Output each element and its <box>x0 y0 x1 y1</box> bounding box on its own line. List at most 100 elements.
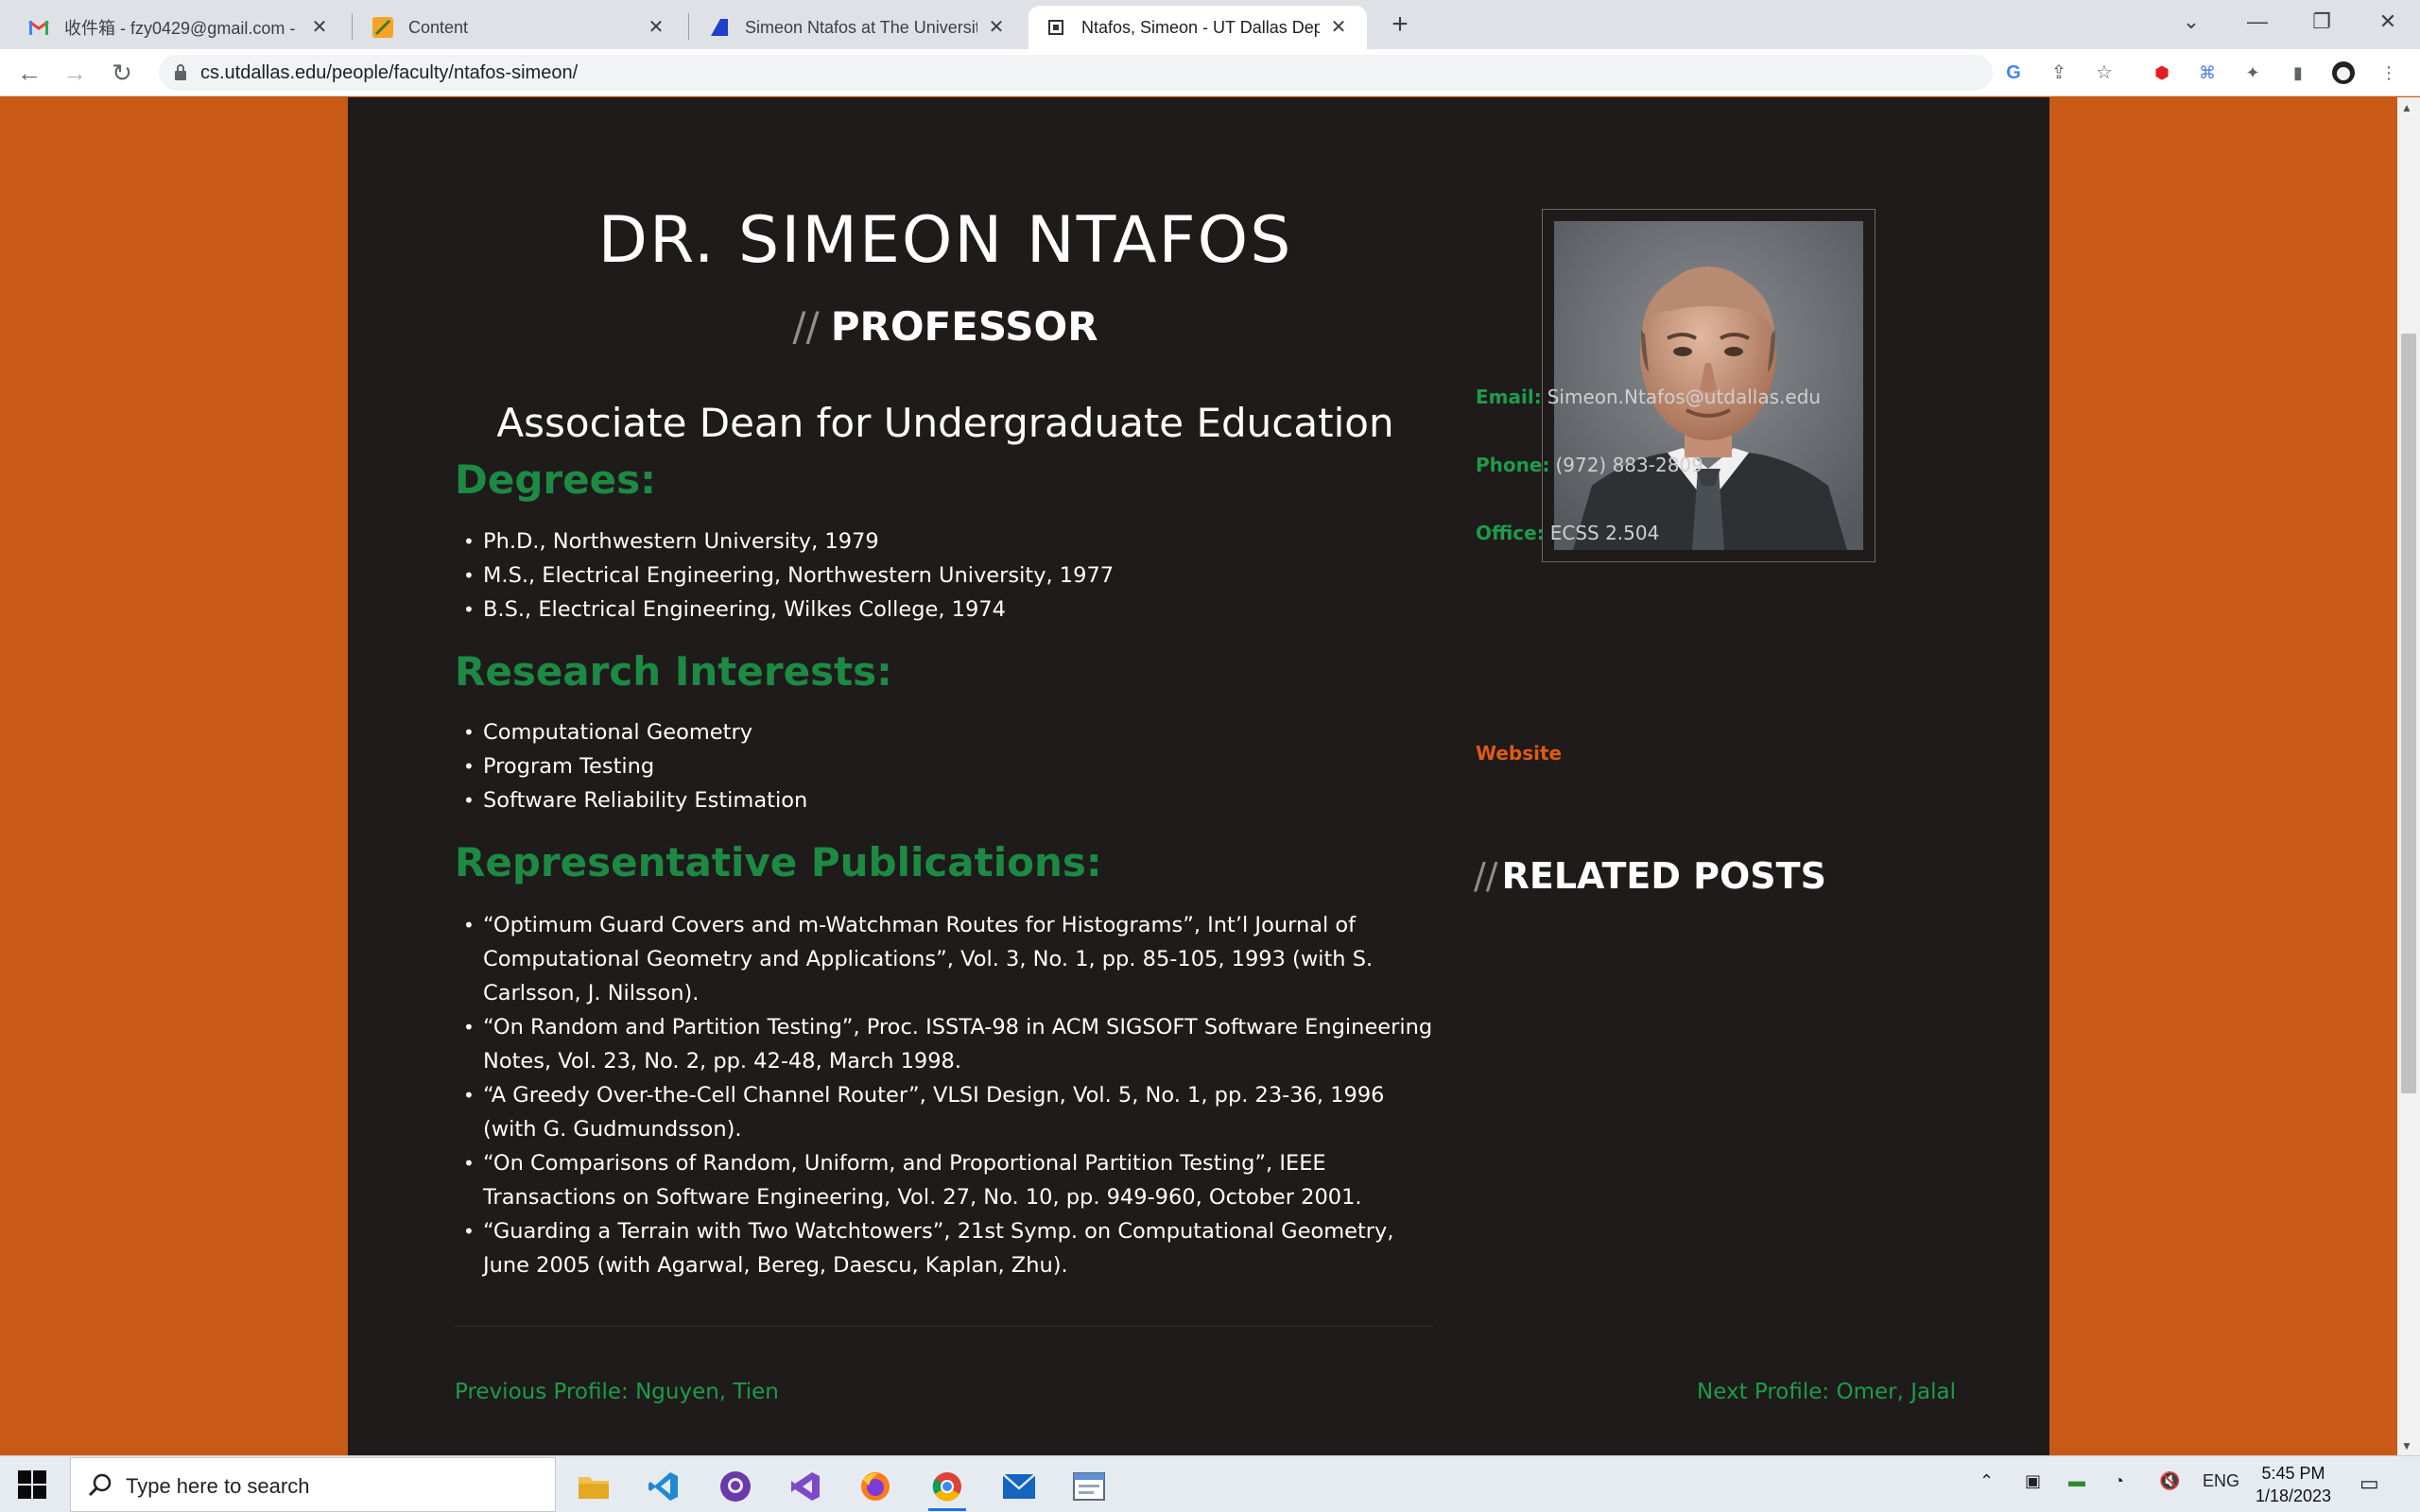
google-translate-icon[interactable]: G <box>2002 61 2025 84</box>
extensions-puzzle-icon[interactable]: ✦ <box>2240 60 2265 85</box>
list-item: “Optimum Guard Covers and m-Watchman Rou… <box>463 908 1437 1010</box>
tab-gmail[interactable]: 收件箱 - fzy0429@gmail.com - Gm ✕ <box>11 6 348 49</box>
office-label: Office: <box>1476 522 1545 544</box>
publications-heading: Representative Publications: <box>455 839 1102 885</box>
meet-now-icon[interactable]: ▣ <box>2025 1471 2041 1491</box>
tab-title: Simeon Ntafos at The University of <box>745 17 977 37</box>
list-item: Computational Geometry <box>463 715 1437 749</box>
show-hidden-icons-icon[interactable]: ⌃ <box>1979 1471 1994 1491</box>
research-heading: Research Interests: <box>455 648 892 695</box>
adblock-extension-icon[interactable]: ⬢ <box>2150 60 2174 85</box>
windows-start-icon[interactable] <box>17 1469 47 1500</box>
firefox-icon[interactable] <box>847 1462 904 1511</box>
tab-profile-site[interactable]: Simeon Ntafos at The University of ✕ <box>692 6 1025 49</box>
close-window-icon[interactable]: ✕ <box>2369 6 2407 38</box>
tab-close-icon[interactable]: ✕ <box>1327 16 1350 39</box>
email-row: Email: Simeon.Ntafos@utdallas.edu <box>1476 386 1821 408</box>
research-list: Computational Geometry Program Testing S… <box>463 715 1437 817</box>
website-link[interactable]: Website <box>1476 742 1562 765</box>
degrees-list: Ph.D., Northwestern University, 1979 M.S… <box>463 524 1437 627</box>
related-posts-heading: //RELATED POSTS <box>1474 855 1826 897</box>
bookmark-star-icon[interactable]: ☆ <box>2093 61 2116 84</box>
notifications-icon[interactable]: ▭ <box>2360 1471 2379 1496</box>
github-desktop-icon[interactable] <box>707 1462 764 1511</box>
tab-content[interactable]: Content ✕ <box>355 6 684 49</box>
tab-separator <box>688 13 689 40</box>
list-item: Program Testing <box>463 749 1437 783</box>
tab-title: 收件箱 - fzy0429@gmail.com - Gm <box>64 19 301 38</box>
vscode-icon[interactable] <box>635 1462 692 1511</box>
tab-title: Content <box>408 17 469 37</box>
list-item: Ph.D., Northwestern University, 1979 <box>463 524 1437 558</box>
app-window-icon[interactable] <box>1061 1462 1117 1511</box>
degrees-heading: Degrees: <box>455 456 656 503</box>
chrome-icon[interactable] <box>919 1462 976 1511</box>
phone-label: Phone: <box>1476 454 1550 476</box>
publications-list: “Optimum Guard Covers and m-Watchman Rou… <box>463 908 1437 1282</box>
page-viewport: DR. SIMEON NTAFOS //PROFESSOR Associate … <box>0 97 2420 1455</box>
taskbar-search-box[interactable]: Type here to search <box>70 1457 556 1512</box>
tab-close-icon[interactable]: ✕ <box>985 16 1008 39</box>
clock-date: 1/18/2023 <box>2255 1486 2332 1505</box>
browser-menu-icon[interactable]: ⋮ <box>2377 60 2401 85</box>
forward-icon[interactable]: → <box>59 57 91 89</box>
list-item: “Guarding a Terrain with Two Watchtowers… <box>463 1214 1437 1282</box>
tab-utd-active[interactable]: Ntafos, Simeon - UT Dallas Depa ✕ <box>1028 6 1367 49</box>
rank-slashes: // <box>792 303 820 350</box>
list-item: “On Comparisons of Random, Uniform, and … <box>463 1146 1437 1214</box>
phone-row: Phone: (972) 883-2809 <box>1476 454 1703 476</box>
tab-separator <box>352 13 353 40</box>
restore-icon[interactable]: ❐ <box>2303 6 2341 38</box>
reload-icon[interactable]: ↻ <box>106 57 138 89</box>
volume-muted-icon[interactable]: 🔇 <box>2159 1471 2180 1491</box>
tab-close-icon[interactable]: ✕ <box>308 16 331 39</box>
related-slashes: // <box>1474 855 1498 897</box>
back-icon[interactable]: ← <box>13 57 45 89</box>
mail-icon[interactable] <box>991 1462 1047 1511</box>
tab-close-icon[interactable]: ✕ <box>645 16 667 39</box>
lock-icon <box>175 64 186 80</box>
search-icon <box>88 1473 112 1497</box>
rank-text: PROFESSOR <box>830 303 1098 350</box>
page-scrollbar[interactable] <box>2397 97 2420 1455</box>
share-icon[interactable]: ⇪ <box>2048 61 2070 84</box>
utd-icon <box>1046 17 1066 38</box>
translate-extension-icon[interactable]: ⌘ <box>2195 60 2220 85</box>
page-title: DR. SIMEON NTAFOS <box>597 203 1293 278</box>
content-divider <box>455 1326 1434 1327</box>
side-panel-icon[interactable]: ▮ <box>2286 60 2310 85</box>
email-label: Email: <box>1476 386 1542 408</box>
minimize-icon[interactable]: — <box>2238 6 2276 38</box>
list-item: “A Greedy Over-the-Cell Channel Router”,… <box>463 1078 1437 1146</box>
address-bar[interactable]: cs.utdallas.edu/people/faculty/ntafos-si… <box>159 55 2113 91</box>
url-text[interactable]: cs.utdallas.edu/people/faculty/ntafos-si… <box>200 62 578 84</box>
new-tab-button[interactable]: + <box>1384 9 1416 42</box>
network-icon[interactable]: ◔ <box>2114 1471 2124 1491</box>
tab-search-icon[interactable]: ⌄ <box>2172 6 2210 38</box>
browser-tab-bar: 收件箱 - fzy0429@gmail.com - Gm ✕ Content ✕… <box>0 0 2420 49</box>
phone-value: (972) 883-2809 <box>1555 454 1703 476</box>
windows-taskbar: Type here to search ⌃ ▣ ▬ ◔ 🔇 ENG 5:45 P… <box>0 1455 2420 1512</box>
scroll-up-arrow-icon[interactable]: ▲ <box>2401 101 2412 114</box>
file-explorer-icon[interactable] <box>565 1462 622 1511</box>
profile-avatar-icon[interactable] <box>2331 60 2356 85</box>
taskbar-clock[interactable]: 5:45 PM 1/18/2023 <box>2254 1462 2333 1507</box>
office-row: Office: ECSS 2.504 <box>1476 522 1659 544</box>
list-item: “On Random and Partition Testing”, Proc.… <box>463 1010 1437 1078</box>
language-indicator[interactable]: ENG <box>2203 1471 2239 1491</box>
battery-icon[interactable]: ▬ <box>2068 1471 2085 1491</box>
previous-profile-link[interactable]: Previous Profile: Nguyen, Tien <box>455 1380 779 1404</box>
list-item: M.S., Electrical Engineering, Northweste… <box>463 558 1437 593</box>
scroll-down-arrow-icon[interactable]: ▼ <box>2401 1439 2412 1452</box>
next-profile-link[interactable]: Next Profile: Omer, Jalal <box>1697 1380 1956 1404</box>
email-link[interactable]: Simeon.Ntafos@utdallas.edu <box>1547 386 1821 408</box>
scrollbar-thumb[interactable] <box>2401 334 2416 1093</box>
related-text: RELATED POSTS <box>1501 855 1826 897</box>
browser-toolbar: ← → ↻ cs.utdallas.edu/people/faculty/nta… <box>0 49 2420 96</box>
content-icon <box>372 17 393 38</box>
visual-studio-icon[interactable] <box>777 1462 834 1511</box>
list-item: B.S., Electrical Engineering, Wilkes Col… <box>463 593 1437 627</box>
tab-title: Ntafos, Simeon - UT Dallas Depa <box>1081 17 1320 37</box>
position-title: Associate Dean for Undergraduate Educati… <box>496 400 1394 446</box>
search-placeholder: Type here to search <box>126 1474 310 1498</box>
